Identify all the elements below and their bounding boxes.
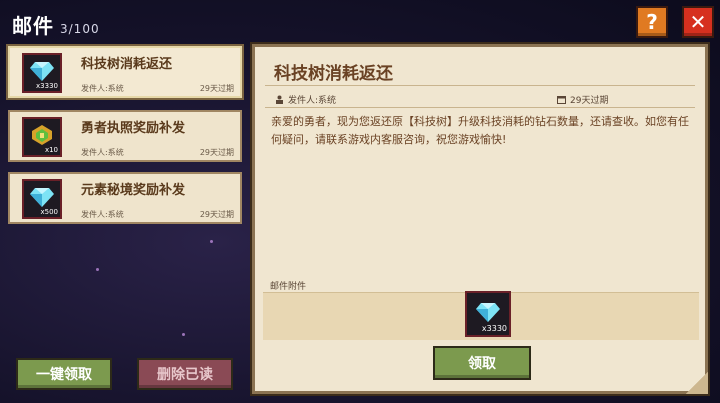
mail-title: 科技树消耗返还 xyxy=(81,57,173,72)
page-title-text: 邮件 xyxy=(12,14,54,38)
mail-detail-expire: 29天过期 xyxy=(557,93,608,106)
item-quantity: x500 xyxy=(40,208,58,216)
mail-detail-title: 科技树消耗返还 xyxy=(274,64,393,84)
expire-text: 29天过期 xyxy=(570,96,609,106)
diamond-icon xyxy=(476,302,500,322)
item-quantity: x10 xyxy=(44,146,58,154)
close-icon: ✕ xyxy=(689,10,707,34)
mail-detail-sender: 发件人:系统 xyxy=(275,93,336,106)
divider xyxy=(265,85,695,86)
mail-item-icon-box: x10 xyxy=(22,117,62,157)
attachment-quantity: x3330 xyxy=(481,324,507,333)
mail-title: 勇者执照奖励补发 xyxy=(81,121,186,136)
mail-expire: 29天过期 xyxy=(199,148,234,157)
calendar-icon xyxy=(557,96,566,104)
page-title: 邮件 3/100 xyxy=(12,10,100,39)
help-button[interactable]: ? xyxy=(636,6,668,38)
close-button[interactable]: ✕ xyxy=(682,6,714,38)
attachment-item[interactable]: x3330 xyxy=(465,291,511,337)
mail-sender: 发件人:系统 xyxy=(81,210,124,219)
diamond-icon xyxy=(30,188,54,208)
mail-detail-panel: 科技树消耗返还 发件人:系统 29天过期 亲爱的勇者，现为您返还原【科技树】升级… xyxy=(252,44,708,394)
mail-expire: 29天过期 xyxy=(199,210,234,219)
mail-sender: 发件人:系统 xyxy=(81,84,124,93)
delete-read-button[interactable]: 删除已读 xyxy=(137,358,233,390)
page-curl-decoration xyxy=(686,372,708,394)
mail-item-1[interactable]: x3330 科技树消耗返还 发件人:系统 29天过期 xyxy=(8,46,242,98)
mail-title: 元素秘境奖励补发 xyxy=(81,183,186,198)
sender-text: 发件人:系统 xyxy=(288,96,337,106)
item-quantity: x3330 xyxy=(36,82,58,90)
mail-item-2[interactable]: x10 勇者执照奖励补发 发件人:系统 29天过期 xyxy=(8,110,242,162)
person-icon xyxy=(276,95,283,104)
claim-button[interactable]: 领取 xyxy=(433,346,531,380)
attachment-label: 邮件附件 xyxy=(270,282,307,292)
mail-expire: 29天过期 xyxy=(199,84,234,93)
mail-sender: 发件人:系统 xyxy=(81,148,124,157)
star-decoration xyxy=(182,333,185,336)
star-decoration xyxy=(210,240,213,243)
mail-item-3[interactable]: x500 元素秘境奖励补发 发件人:系统 29天过期 xyxy=(8,172,242,224)
divider xyxy=(265,107,695,108)
mail-body-text: 亲爱的勇者，现为您返还原【科技树】升级科技消耗的钻石数量，还请查收。如您有任何疑… xyxy=(271,115,689,146)
star-decoration xyxy=(96,268,99,271)
diamond-icon xyxy=(30,62,54,82)
mail-item-icon-box: x3330 xyxy=(22,53,62,93)
mail-count: 3/100 xyxy=(60,22,100,36)
question-icon: ? xyxy=(646,10,658,34)
license-badge-icon xyxy=(32,125,52,146)
claim-all-button[interactable]: 一键领取 xyxy=(16,358,112,390)
attachment-area: x3330 xyxy=(263,291,699,340)
mail-item-icon-box: x500 xyxy=(22,179,62,219)
